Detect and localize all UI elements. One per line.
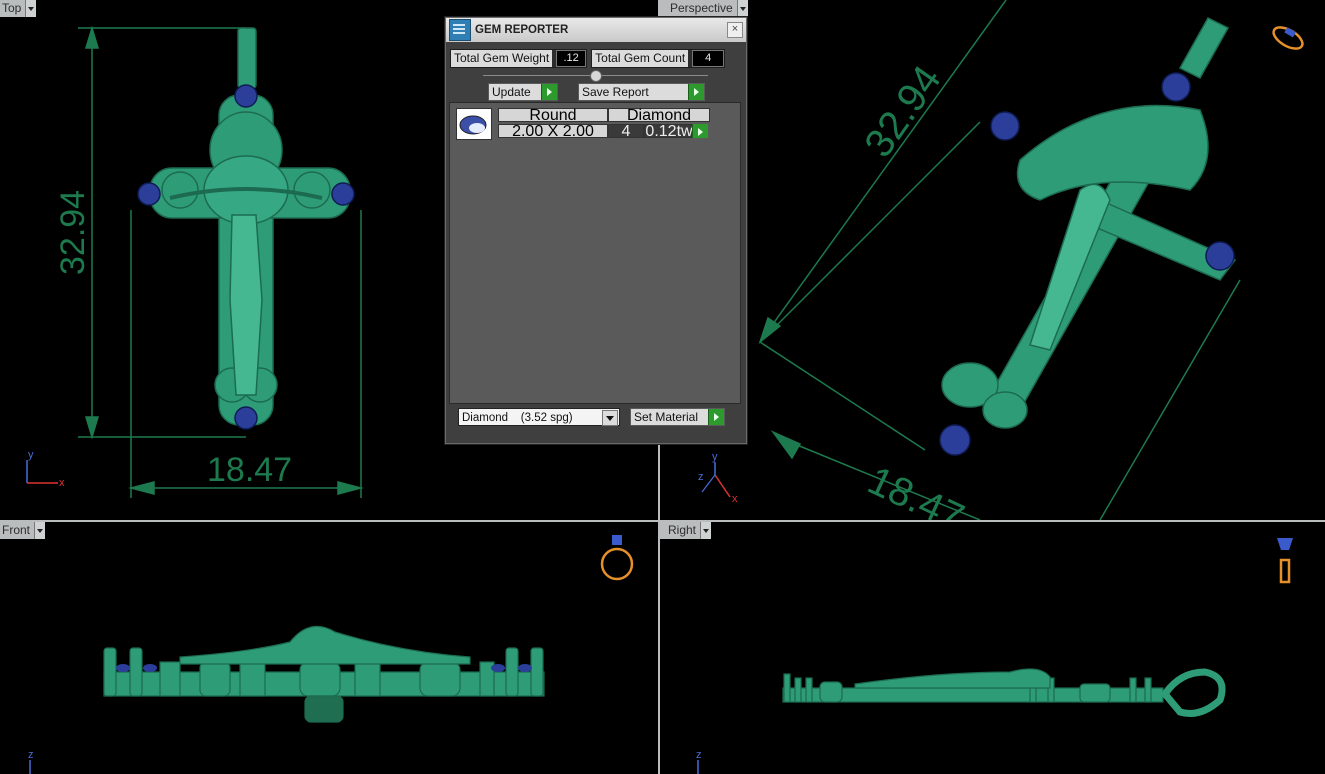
viewport-name: Front [2, 523, 31, 537]
gem-reporter-icon [449, 19, 471, 41]
viewport-right[interactable]: z Right [660, 522, 1325, 774]
update-button-label: Update [492, 85, 531, 99]
right-scene: z [696, 538, 1293, 774]
close-icon[interactable]: × [727, 22, 743, 38]
gem-size-cell: 2.00 X 2.00 [498, 124, 608, 140]
gem-count-cell: 4 [608, 124, 644, 140]
axis-x-label: x [59, 477, 65, 489]
axis-z-label-front: z [28, 749, 34, 761]
cross-pendant-right [782, 668, 1226, 717]
viewport-label-perspective[interactable]: Perspective [660, 0, 748, 17]
slider-knob[interactable] [590, 70, 602, 82]
gem-list[interactable]: Round Diamond 2.00 X 2.00 4 0.12tw [449, 102, 741, 404]
viewport-perspective[interactable]: 32.94 18.47 y z x Perspective [660, 0, 1325, 520]
dim-height-top: 32.94 [54, 190, 92, 275]
ring-gizmo-icon [1277, 538, 1293, 584]
set-material-button-label: Set Material [634, 410, 699, 424]
cross-pendant-front [103, 625, 545, 723]
axis-x-label-perspective: x [732, 493, 738, 505]
total-gem-count-field: Total Gem Count 4 [591, 49, 726, 68]
front-scene: z [28, 535, 634, 774]
total-gem-count-value: 4 [692, 50, 725, 67]
play-arrow-icon[interactable] [708, 409, 724, 425]
viewport-front[interactable]: z Front [0, 522, 658, 774]
dim-height-perspective: 32.94 [856, 58, 949, 165]
chevron-down-icon[interactable] [602, 410, 618, 426]
axis-y-label: y [28, 449, 34, 461]
dim-width-perspective: 18.47 [861, 458, 970, 520]
total-gem-weight-field: Total Gem Weight .12 [450, 49, 588, 68]
viewport-name: Right [668, 523, 697, 537]
save-report-button-label: Save Report [582, 85, 649, 99]
viewport-label-right[interactable]: Right [660, 522, 712, 539]
viewport-name: Perspective [670, 1, 733, 15]
material-select-value: Diamond (3.52 spg) [462, 412, 573, 424]
panel-titlebar[interactable]: GEM REPORTER × [446, 18, 746, 42]
gem-reporter-panel: GEM REPORTER × Total Gem Weight .12 Tota… [445, 17, 747, 444]
axis-z-label-perspective: z [698, 471, 704, 483]
viewport-menu-dropdown-icon[interactable] [34, 522, 46, 539]
round-gem-thumbnail-icon[interactable] [456, 108, 492, 140]
panel-title: GEM REPORTER [475, 24, 569, 36]
gem-weight-cell: 0.12tw [644, 123, 694, 140]
save-report-button[interactable]: Save Report [578, 83, 705, 101]
axis-indicator-perspective [701, 462, 731, 498]
viewport-label-top[interactable]: Top [0, 0, 37, 17]
viewport-splitter-horizontal[interactable] [0, 520, 1325, 522]
total-gem-weight-value: .12 [556, 50, 587, 67]
total-gem-count-label: Total Gem Count [592, 50, 689, 67]
axis-y-label-perspective: y [712, 451, 718, 463]
axis-indicator-top [26, 460, 58, 484]
viewport-menu-dropdown-icon[interactable] [700, 522, 712, 539]
viewport-name: Top [2, 1, 22, 15]
panel-divider-slider[interactable] [483, 70, 708, 82]
dim-width-top: 18.47 [207, 451, 292, 489]
play-arrow-icon[interactable] [541, 84, 557, 100]
cross-pendant-perspective [941, 17, 1237, 429]
viewport-label-front[interactable]: Front [0, 522, 46, 539]
update-button[interactable]: Update [488, 83, 558, 101]
viewport-menu-dropdown-icon[interactable] [736, 0, 748, 17]
gem-shape-cell: Round [498, 108, 608, 124]
total-gem-weight-label: Total Gem Weight [451, 50, 553, 67]
ring-gizmo-icon [1272, 26, 1304, 50]
ring-gizmo-icon [600, 535, 634, 581]
gem-row-action-button[interactable] [692, 124, 708, 138]
gem-type-cell: Diamond [608, 108, 710, 124]
perspective-scene: 32.94 18.47 y z x [698, 0, 1304, 520]
set-material-button[interactable]: Set Material [630, 408, 725, 426]
viewport-menu-dropdown-icon[interactable] [25, 0, 37, 17]
axis-z-label-right: z [696, 749, 702, 761]
material-select[interactable]: Diamond (3.52 spg) [458, 408, 620, 426]
play-arrow-icon[interactable] [688, 84, 704, 100]
play-arrow-icon[interactable] [692, 124, 708, 138]
